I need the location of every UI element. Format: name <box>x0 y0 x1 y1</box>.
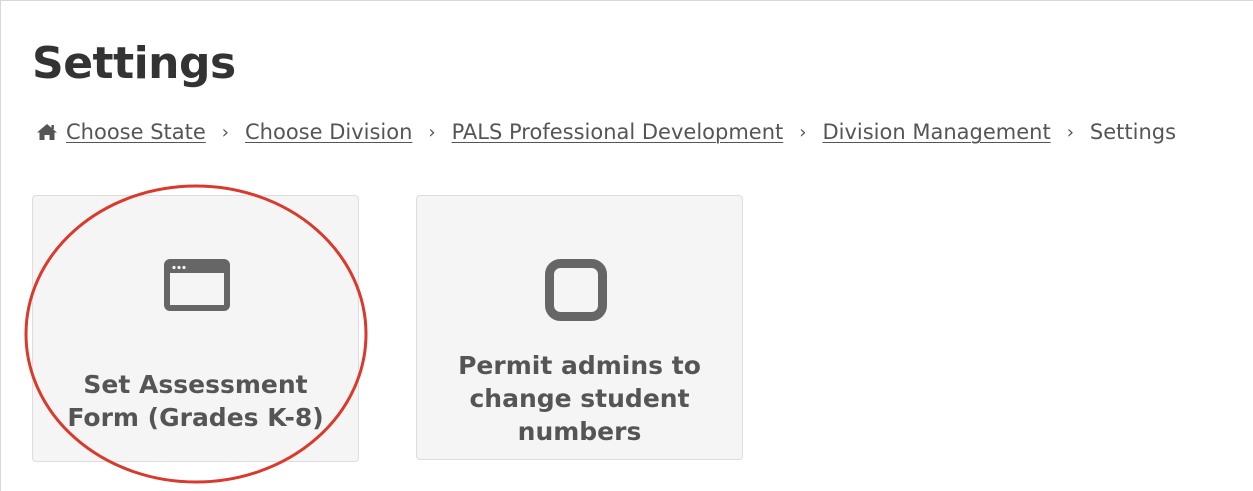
breadcrumb-division-management[interactable]: Division Management <box>822 120 1050 144</box>
card-label: Set Assessment Form (Grades K-8) <box>33 368 358 434</box>
breadcrumb-separator: › <box>1066 121 1074 143</box>
breadcrumb-current: Settings <box>1089 120 1177 144</box>
card-label-line: numbers <box>517 417 642 446</box>
card-label-line: change student <box>469 384 690 413</box>
window-icon <box>164 259 230 311</box>
card-label-line: Set Assessment <box>83 370 308 399</box>
card-label: Permit admins to change student numbers <box>417 349 742 448</box>
page-frame: Settings Choose State › Choose Division … <box>0 0 1253 491</box>
permit-admins-change-student-numbers-card[interactable]: Permit admins to change student numbers <box>416 195 743 460</box>
breadcrumb-pals-professional-development[interactable]: PALS Professional Development <box>452 120 784 144</box>
home-icon[interactable] <box>36 123 58 141</box>
breadcrumb: Choose State › Choose Division › PALS Pr… <box>36 117 1176 147</box>
card-label-line: Form (Grades K-8) <box>67 403 324 432</box>
breadcrumb-choose-state[interactable]: Choose State <box>66 120 206 144</box>
page-title: Settings <box>32 38 236 89</box>
breadcrumb-choose-division[interactable]: Choose Division <box>245 120 412 144</box>
square-icon <box>545 259 607 321</box>
set-assessment-form-card[interactable]: Set Assessment Form (Grades K-8) <box>32 195 359 462</box>
breadcrumb-separator: › <box>221 121 229 143</box>
breadcrumb-separator: › <box>428 121 436 143</box>
card-label-line: Permit admins to <box>458 351 701 380</box>
breadcrumb-separator: › <box>799 121 807 143</box>
